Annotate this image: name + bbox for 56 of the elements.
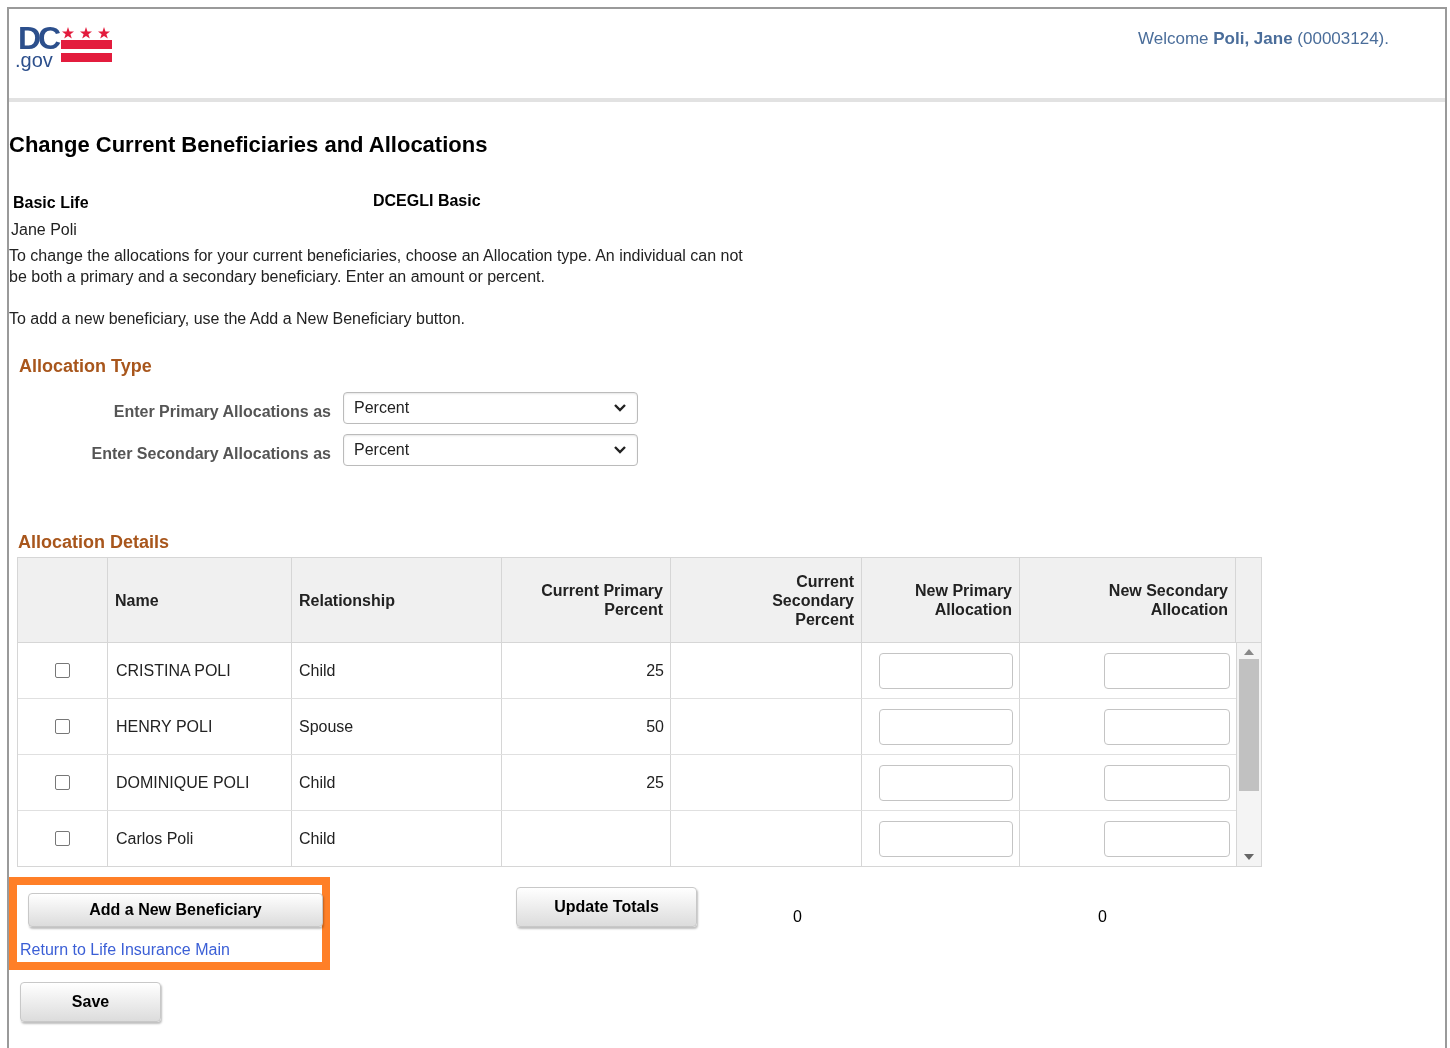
input-field[interactable] [879, 764, 1013, 801]
scroll-up-icon[interactable] [1244, 649, 1254, 655]
column-header: Name [115, 590, 159, 610]
column-header: New Primary Allocation [914, 581, 1012, 619]
chevron-down-icon [613, 403, 627, 413]
page-title: Change Current Beneficiaries and Allocations [9, 131, 489, 159]
table-cell-text: CRISTINA POLI [116, 660, 231, 681]
section-heading: Allocation Details [18, 531, 171, 554]
input-field[interactable] [879, 820, 1013, 857]
allocation-select[interactable]: Percent [343, 434, 638, 466]
total-value: 0 [1097, 907, 1107, 927]
field-label: Enter Secondary Allocations as [90, 444, 331, 464]
save-button[interactable]: Save [20, 982, 161, 1022]
employee-name: Jane Poli [10, 220, 78, 240]
table-cell-text: Child [299, 660, 336, 681]
row-checkbox[interactable] [55, 719, 70, 734]
table-cell-text: Spouse [299, 716, 354, 737]
scrollbar[interactable] [1236, 643, 1261, 866]
instruction-text: To add a new beneficiary, use the Add a New Beneficiary button. [9, 309, 466, 329]
allocation-select[interactable]: Percent [343, 392, 638, 424]
return-link[interactable]: Return to Life Insurance Main [20, 938, 322, 962]
table-cell-text: Carlos Poli [116, 828, 194, 849]
plan-code: DCEGLI Basic [373, 191, 481, 211]
input-field[interactable] [1104, 764, 1230, 801]
column-header: Current Primary Percent [540, 581, 663, 619]
chevron-down-icon [613, 445, 627, 455]
add-beneficiary-button[interactable]: Add a New Beneficiary [28, 893, 323, 927]
table-cell-text: 25 [646, 660, 664, 681]
table-cell-text: Child [299, 828, 336, 849]
update-totals-button[interactable]: Update Totals [516, 887, 697, 927]
table-cell-text: DOMINIQUE POLI [116, 772, 250, 793]
logo-text: .gov [15, 51, 54, 69]
row-checkbox[interactable] [55, 831, 70, 846]
row-checkbox[interactable] [55, 775, 70, 790]
total-value: 0 [793, 907, 802, 927]
input-field[interactable] [879, 652, 1013, 689]
column-header: Current Secondary Percent [771, 571, 854, 629]
row-checkbox[interactable] [55, 663, 70, 678]
plan-name: Basic Life [13, 193, 90, 213]
column-header: New Secondary Allocation [1107, 581, 1228, 619]
instruction-text: To change the allocations for your current beneficiaries, choose an Allocation type. An individual can not be both a primary and a secondary beneficiary. Enter an amount or percent. [9, 246, 744, 287]
scroll-down-icon[interactable] [1244, 854, 1254, 860]
field-label: Enter Primary Allocations as [112, 402, 331, 422]
table-cell-text: 50 [646, 716, 664, 737]
flag-icon [60, 25, 113, 65]
logo-text: DC [18, 25, 59, 51]
table-cell-text: 25 [646, 772, 664, 793]
table-cell-text: HENRY POLI [116, 716, 213, 737]
input-field[interactable] [1104, 708, 1230, 745]
section-heading: Allocation Type [19, 355, 153, 378]
table-cell-text: Child [299, 772, 336, 793]
input-field[interactable] [1104, 820, 1230, 857]
column-header: Relationship [299, 590, 395, 610]
input-field[interactable] [1104, 652, 1230, 689]
welcome-text: Welcome Poli, Jane (00003124). [1137, 28, 1389, 50]
input-field[interactable] [879, 708, 1013, 745]
